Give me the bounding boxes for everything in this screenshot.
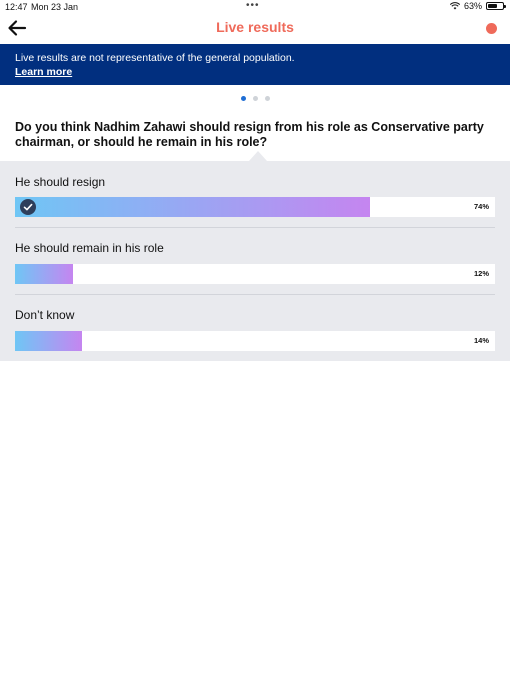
result-bar-fill xyxy=(15,197,371,217)
nav-bar: Live results xyxy=(0,14,510,44)
banner-text: Live results are not representative of t… xyxy=(15,52,295,64)
wifi-icon xyxy=(449,2,460,10)
option-label: He should remain in his role xyxy=(15,241,164,255)
poll-option[interactable]: He should resign xyxy=(15,175,495,189)
result-bar-fill xyxy=(15,264,73,284)
result-percent: 12% xyxy=(473,269,489,278)
option-label: He should resign xyxy=(15,175,106,189)
poll-question: Do you think Nadhim Zahawi should resign… xyxy=(15,120,484,149)
status-bar: 12:47 Mon 23 Jan ••• 63% xyxy=(0,0,510,14)
record-dot-icon[interactable] xyxy=(486,23,497,34)
status-right: 63% xyxy=(449,1,506,11)
poll-option[interactable]: Don’t know xyxy=(15,308,495,322)
option-label: Don’t know xyxy=(15,308,75,322)
result-bar: 74% xyxy=(15,197,495,217)
result-percent: 14% xyxy=(473,336,489,345)
result-bar: 12% xyxy=(15,264,495,284)
battery-icon xyxy=(486,2,506,10)
battery-percent: 63% xyxy=(463,1,482,11)
result-percent: 74% xyxy=(473,202,489,211)
result-bar-fill xyxy=(15,331,83,351)
page-dot[interactable] xyxy=(240,96,246,101)
status-time: 12:47 xyxy=(5,2,28,12)
panel-pointer xyxy=(249,151,267,161)
battery-level xyxy=(488,4,497,8)
option-divider xyxy=(15,294,495,295)
option-divider xyxy=(15,227,495,228)
multitasking-dots-icon[interactable]: ••• xyxy=(246,0,260,11)
check-icon xyxy=(20,199,36,215)
page-dot[interactable] xyxy=(264,96,270,101)
page-indicator xyxy=(0,96,510,101)
page-dot[interactable] xyxy=(252,96,258,101)
results-panel: He should resign 74% He should remain in… xyxy=(0,151,510,361)
learn-more-link[interactable]: Learn more xyxy=(15,66,72,79)
status-date: Mon 23 Jan xyxy=(31,2,79,12)
disclaimer-banner: Live results are not representative of t… xyxy=(0,44,510,85)
page-title: Live results xyxy=(216,19,294,35)
poll-option[interactable]: He should remain in his role xyxy=(15,241,495,255)
result-bar: 14% xyxy=(15,331,495,351)
